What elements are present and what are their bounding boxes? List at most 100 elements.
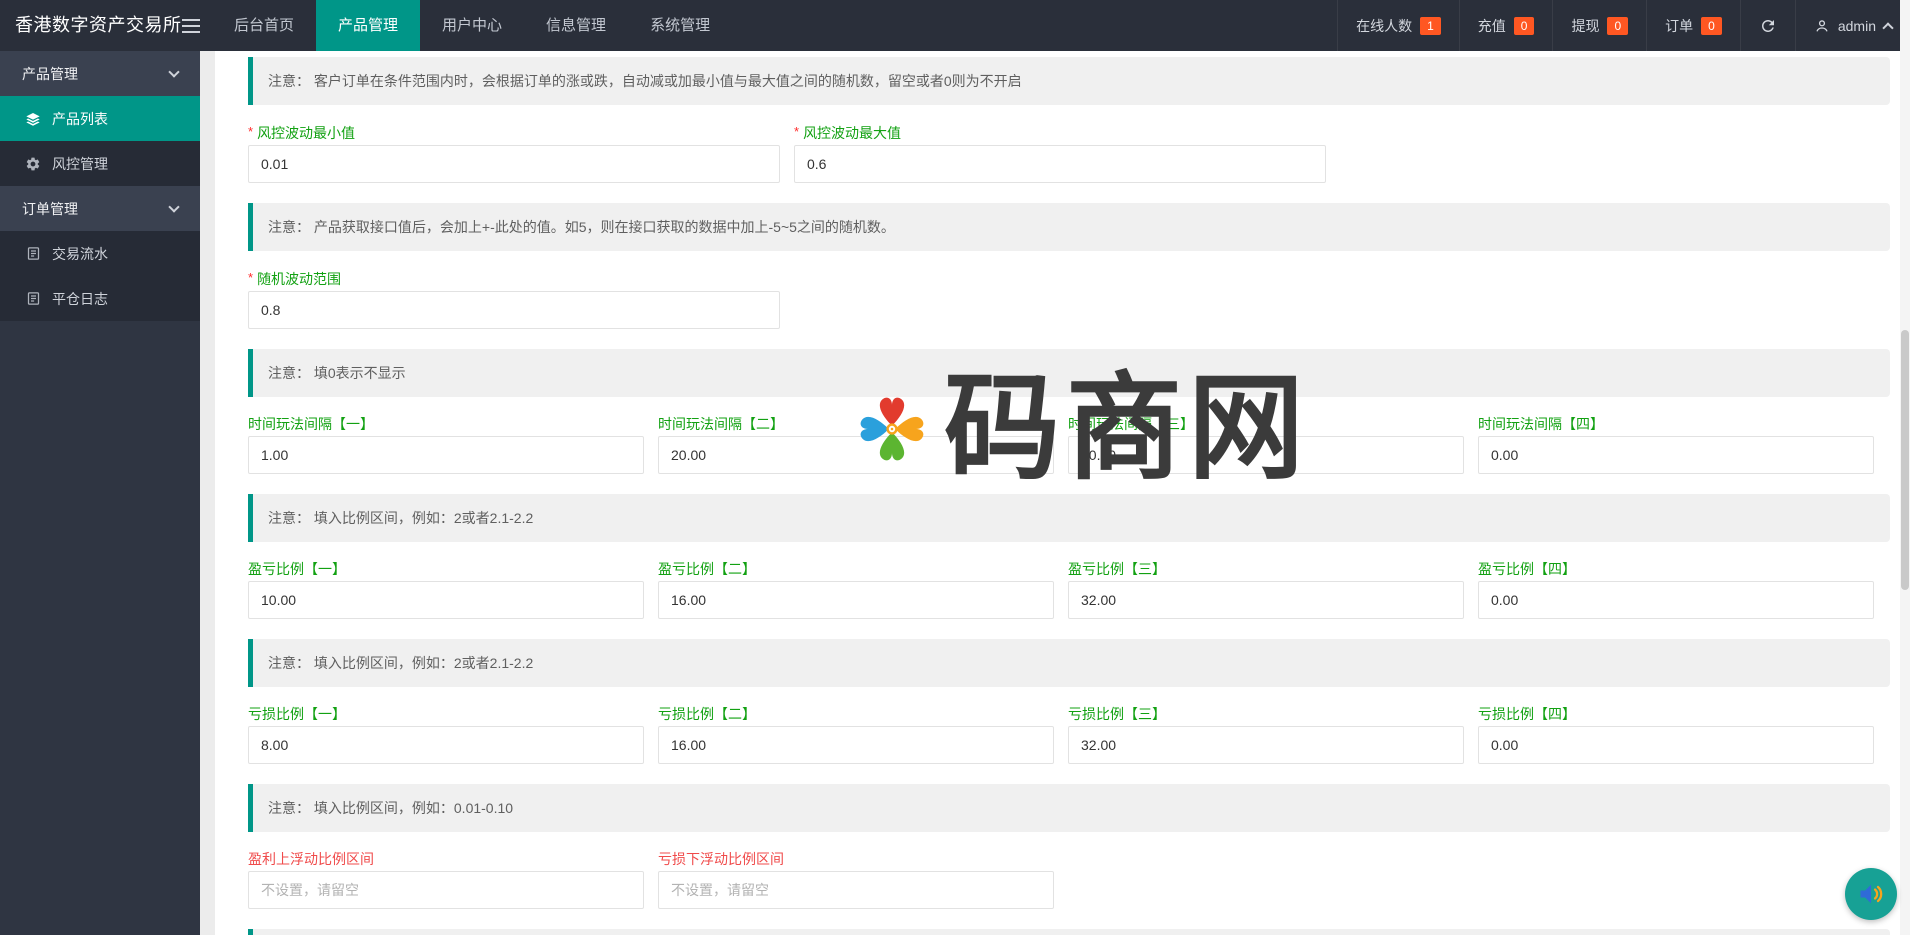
field-label: 盈亏比例【一】 bbox=[248, 560, 644, 578]
stat-withdrawals[interactable]: 提现 0 bbox=[1552, 0, 1646, 51]
note-text: 注意： 客户订单在条件范围内时，会根据订单的涨或跌，自动减或加最小值与最大值之间… bbox=[268, 71, 1022, 91]
field-time-3: 时间玩法间隔【三】 bbox=[1068, 415, 1478, 474]
sidebar-item-close-log[interactable]: 平仓日志 bbox=[0, 276, 200, 321]
note-clipped-bottom bbox=[248, 929, 1890, 935]
loss-1-input[interactable] bbox=[248, 726, 644, 764]
form-row-random: *随机波动范围 bbox=[248, 269, 1890, 329]
field-label: 亏损比例【四】 bbox=[1478, 705, 1874, 723]
required-asterisk: * bbox=[248, 270, 253, 285]
top-menu: 后台首页 产品管理 用户中心 信息管理 系统管理 bbox=[212, 0, 732, 51]
sidebar-item-label: 交易流水 bbox=[52, 244, 108, 264]
note-pl-ratio: 注意： 填入比例区间，例如：2或者2.1-2.2 bbox=[248, 494, 1890, 542]
sidebar-group-label: 产品管理 bbox=[22, 64, 78, 84]
chevron-down-icon bbox=[168, 201, 179, 212]
sidebar-group-orders[interactable]: 订单管理 bbox=[0, 186, 200, 231]
field-label: 时间玩法间隔【一】 bbox=[248, 415, 644, 433]
field-pl-2: 盈亏比例【二】 bbox=[658, 560, 1068, 619]
speaker-icon bbox=[1857, 880, 1885, 908]
page-scrollbar[interactable] bbox=[1900, 0, 1910, 935]
sidebar-group-products[interactable]: 产品管理 bbox=[0, 51, 200, 96]
clipboard-icon bbox=[24, 245, 42, 263]
field-profit-float: 盈利上浮动比例区间 bbox=[248, 850, 658, 909]
note-text: 注意： 填入比例区间，例如：0.01-0.10 bbox=[268, 798, 513, 818]
random-range-input[interactable] bbox=[248, 291, 780, 329]
time-1-input[interactable] bbox=[248, 436, 644, 474]
form-row-float-range: 盈利上浮动比例区间 亏损下浮动比例区间 bbox=[248, 850, 1890, 909]
top-navbar: 香港数字资产交易所 后台首页 产品管理 用户中心 信息管理 系统管理 在线人数 … bbox=[0, 0, 1910, 51]
stat-online-users[interactable]: 在线人数 1 bbox=[1337, 0, 1459, 51]
pl-4-input[interactable] bbox=[1478, 581, 1874, 619]
field-loss-2: 亏损比例【二】 bbox=[658, 705, 1068, 764]
time-4-input[interactable] bbox=[1478, 436, 1874, 474]
field-loss-4: 亏损比例【四】 bbox=[1478, 705, 1888, 764]
stat-deposits[interactable]: 充值 0 bbox=[1459, 0, 1553, 51]
field-pl-1: 盈亏比例【一】 bbox=[248, 560, 658, 619]
note-float-range: 注意： 填入比例区间，例如：0.01-0.10 bbox=[248, 784, 1890, 832]
profit-float-input[interactable] bbox=[248, 871, 644, 909]
chevron-up-icon bbox=[1882, 22, 1893, 33]
nav-item-users[interactable]: 用户中心 bbox=[420, 0, 524, 51]
sidebar-item-product-list[interactable]: 产品列表 bbox=[0, 96, 200, 141]
time-2-input[interactable] bbox=[658, 436, 1054, 474]
field-label: *风控波动最小值 bbox=[248, 123, 780, 142]
nav-spacer bbox=[732, 0, 1337, 51]
field-label: 亏损比例【三】 bbox=[1068, 705, 1464, 723]
stat-label: 提现 bbox=[1571, 16, 1599, 36]
app-title: 香港数字资产交易所 bbox=[0, 0, 170, 51]
field-label: 时间玩法间隔【二】 bbox=[658, 415, 1054, 433]
loss-2-input[interactable] bbox=[658, 726, 1054, 764]
field-random-range: *随机波动范围 bbox=[248, 269, 794, 329]
field-label: 盈亏比例【二】 bbox=[658, 560, 1054, 578]
field-pl-4: 盈亏比例【四】 bbox=[1478, 560, 1888, 619]
nav-right: 在线人数 1 充值 0 提现 0 订单 0 admin bbox=[1337, 0, 1910, 51]
note-zero-hidden: 注意： 填0表示不显示 bbox=[248, 349, 1890, 397]
risk-max-input[interactable] bbox=[794, 145, 1326, 183]
user-menu[interactable]: admin bbox=[1795, 0, 1910, 51]
stat-label: 在线人数 bbox=[1356, 16, 1412, 36]
pl-1-input[interactable] bbox=[248, 581, 644, 619]
stat-badge: 0 bbox=[1514, 17, 1535, 35]
refresh-button[interactable] bbox=[1740, 0, 1795, 51]
stat-label: 充值 bbox=[1478, 16, 1506, 36]
stat-badge: 0 bbox=[1607, 17, 1628, 35]
field-label: *风控波动最大值 bbox=[794, 123, 1326, 142]
form-row-loss-ratio: 亏损比例【一】 亏损比例【二】 亏损比例【三】 亏损比例【四】 bbox=[248, 705, 1890, 764]
note-text: 注意： 填入比例区间，例如：2或者2.1-2.2 bbox=[268, 653, 533, 673]
sidebar-item-trade-flow[interactable]: 交易流水 bbox=[0, 231, 200, 276]
note-loss-ratio: 注意： 填入比例区间，例如：2或者2.1-2.2 bbox=[248, 639, 1890, 687]
time-3-input[interactable] bbox=[1068, 436, 1464, 474]
sidebar-collapse-button[interactable] bbox=[170, 0, 212, 51]
nav-item-products[interactable]: 产品管理 bbox=[316, 0, 420, 51]
sidebar-item-risk-control[interactable]: 风控管理 bbox=[0, 141, 200, 186]
field-label: 亏损比例【一】 bbox=[248, 705, 644, 723]
nav-item-system[interactable]: 系统管理 bbox=[628, 0, 732, 51]
stat-orders[interactable]: 订单 0 bbox=[1646, 0, 1740, 51]
sidebar: 产品管理 产品列表 风控管理 订单管理 交易流水 bbox=[0, 51, 200, 935]
pl-2-input[interactable] bbox=[658, 581, 1054, 619]
field-pl-3: 盈亏比例【三】 bbox=[1068, 560, 1478, 619]
nav-item-information[interactable]: 信息管理 bbox=[524, 0, 628, 51]
note-text: 注意： 填0表示不显示 bbox=[268, 363, 406, 383]
sidebar-item-label: 风控管理 bbox=[52, 154, 108, 174]
loss-3-input[interactable] bbox=[1068, 726, 1464, 764]
field-time-1: 时间玩法间隔【一】 bbox=[248, 415, 658, 474]
user-icon bbox=[1814, 18, 1830, 34]
risk-min-input[interactable] bbox=[248, 145, 780, 183]
note-text: 注意： 产品获取接口值后，会加上+-此处的值。如5，则在接口获取的数据中加上-5… bbox=[268, 217, 895, 237]
layers-icon bbox=[24, 110, 42, 128]
nav-item-dashboard[interactable]: 后台首页 bbox=[212, 0, 316, 51]
sidebar-group-label: 订单管理 bbox=[22, 199, 78, 219]
note-risk-range: 注意： 客户订单在条件范围内时，会根据订单的涨或跌，自动减或加最小值与最大值之间… bbox=[248, 57, 1890, 105]
field-label: 亏损比例【二】 bbox=[658, 705, 1054, 723]
chevron-down-icon bbox=[168, 66, 179, 77]
sidebar-item-label: 平仓日志 bbox=[52, 289, 108, 309]
field-label: 盈亏比例【三】 bbox=[1068, 560, 1464, 578]
scrollbar-thumb[interactable] bbox=[1901, 330, 1909, 590]
announcement-float-button[interactable] bbox=[1845, 868, 1897, 920]
loss-4-input[interactable] bbox=[1478, 726, 1874, 764]
loss-float-input[interactable] bbox=[658, 871, 1054, 909]
field-risk-max: *风控波动最大值 bbox=[794, 123, 1340, 183]
field-label: 亏损下浮动比例区间 bbox=[658, 850, 1054, 868]
pl-3-input[interactable] bbox=[1068, 581, 1464, 619]
required-asterisk: * bbox=[794, 124, 799, 139]
